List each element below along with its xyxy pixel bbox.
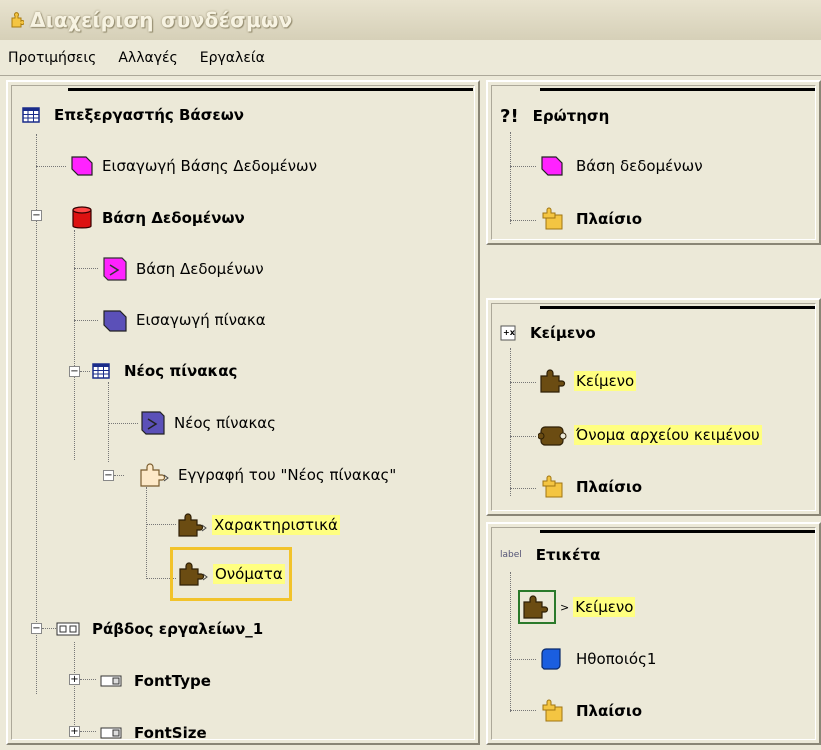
collapse-toggle[interactable]: − (69, 366, 80, 377)
tree-item[interactable]: Χαρακτηριστικά (176, 508, 340, 542)
tree-item-selected[interactable]: Ονόματα (170, 547, 292, 601)
tree-item[interactable]: Βάση Δεδομένων (70, 201, 245, 235)
tree-root[interactable]: Επεξεργαστής Βάσεων (22, 98, 244, 132)
tree-item-label: Χαρακτηριστικά (212, 515, 340, 535)
query-item-label: Πλαίσιο (576, 210, 643, 228)
text-item-label: Πλαίσιο (576, 478, 643, 496)
label-field-icon: label (500, 550, 522, 560)
tree-item-label: Ονόματα (213, 564, 285, 584)
tree-item-label: Νέος πίνακας (124, 362, 238, 380)
label-panel: label Ετικέτα > Κείμενο Ηθοποιός1 Πλαίσι… (486, 522, 821, 745)
menu-separator (0, 75, 821, 76)
text-item-label: Όνομα αρχείου κειμένου (574, 425, 762, 445)
tree-item[interactable]: Νέος πίνακας (140, 406, 276, 440)
label-item[interactable]: Πλαίσιο (540, 694, 642, 728)
tree-item-label: FontType (134, 672, 211, 690)
label-item-label: Ηθοποιός1 (576, 650, 657, 668)
text-item[interactable]: Πλαίσιο (540, 470, 642, 504)
table-block-icon (103, 310, 127, 332)
query-title: Ερώτηση (532, 107, 610, 125)
magenta-link-icon (103, 257, 127, 281)
tree-root-label: Επεξεργαστής Βάσεων (54, 106, 245, 124)
menu-preferences[interactable]: Προτιμήσεις (8, 50, 96, 66)
collapse-toggle[interactable]: − (31, 623, 42, 634)
query-header[interactable]: ?! Ερώτηση (500, 99, 609, 133)
expand-toggle[interactable]: + (69, 726, 80, 737)
question-icon: ?! (500, 105, 519, 127)
menu-tools[interactable]: Εργαλεία (200, 50, 265, 66)
magenta-block-icon (71, 156, 93, 176)
menu-bar: Προτιμήσεις Αλλαγές Εργαλεία (0, 40, 821, 75)
tree-item-label: Εισαγωγή Βάσης Δεδομένων (102, 157, 317, 175)
table-icon (92, 363, 110, 379)
arrow-icon: > (560, 600, 570, 614)
app-icon (11, 12, 24, 28)
collapse-toggle[interactable]: − (103, 470, 114, 481)
text-item[interactable]: Κείμενο (538, 364, 637, 398)
text-header[interactable]: +x Κείμενο (500, 316, 596, 350)
tree-item-label: Βάση Δεδομένων (102, 209, 245, 227)
table-link-icon (141, 411, 165, 435)
tree-item-label: Εγγραφή του "Νέος πίνακας" (178, 466, 397, 484)
tree-item-label: Εισαγωγή πίνακα (136, 311, 266, 329)
puzzle-icon (178, 513, 207, 537)
label-item[interactable]: Ηθοποιός1 (540, 642, 656, 676)
label-item[interactable]: > Κείμενο (518, 590, 636, 624)
query-item-label: Βάση δεδομένων (576, 157, 703, 175)
frame-puzzle-icon (542, 475, 563, 498)
text-item[interactable]: Όνομα αρχείου κειμένου (538, 418, 762, 452)
tree-item-label: Νέος πίνακας (174, 414, 276, 432)
puzzle-icon (540, 369, 566, 393)
database-icon (72, 206, 92, 229)
collapse-toggle[interactable]: − (31, 210, 42, 221)
label-header[interactable]: label Ετικέτα (500, 538, 600, 572)
tree-item-label: Βάση Δεδομένων (136, 260, 264, 278)
query-item[interactable]: Βάση δεδομένων (540, 149, 703, 183)
query-panel: ?! Ερώτηση Βάση δεδομένων Πλαίσιο (486, 80, 821, 245)
title-bar: Διαχείριση συνδέσμων (0, 0, 821, 40)
frame-puzzle-icon (542, 699, 563, 722)
text-item-label: Κείμενο (574, 371, 637, 391)
tree-item[interactable]: Εγγραφή του "Νέος πίνακας" (138, 458, 396, 492)
tree-item-label: Ράβδος εργαλείων_1 (92, 620, 264, 638)
label-title: Ετικέτα (535, 546, 601, 564)
combobox-icon (100, 727, 122, 739)
toolbar-icon (56, 622, 80, 636)
combobox-icon (100, 675, 122, 687)
frame-puzzle-icon (542, 207, 563, 230)
tree-item-label: FontSize (134, 724, 207, 742)
text-panel: +x Κείμενο Κείμενο Όνομα αρχείου κειμένο… (486, 298, 821, 516)
label-item-label: Πλαίσιο (576, 702, 643, 720)
magenta-block-icon (541, 156, 563, 176)
text-field-icon: +x (500, 325, 516, 341)
puzzle-outline-icon (140, 463, 169, 487)
window-title: Διαχείριση συνδέσμων (30, 8, 293, 32)
query-item[interactable]: Πλαίσιο (540, 202, 642, 236)
tree-item[interactable]: Εισαγωγή Βάσης Δεδομένων (70, 149, 317, 183)
puzzle-icon (179, 562, 208, 586)
tree-item[interactable]: FontType (100, 664, 211, 698)
tree-item[interactable]: Βάση Δεδομένων (102, 252, 264, 286)
text-title: Κείμενο (530, 324, 596, 342)
tree-item[interactable]: Νέος πίνακας (92, 354, 237, 388)
puzzle-icon (518, 590, 556, 624)
actor-icon (541, 648, 561, 670)
tree-item[interactable]: Εισαγωγή πίνακα (102, 303, 266, 337)
tree-item[interactable]: Ράβδος εργαλείων_1 (56, 612, 263, 646)
table-icon (22, 107, 40, 123)
svg-text:+x: +x (503, 328, 516, 337)
label-item-label: Κείμενο (573, 597, 636, 617)
database-editor-panel: − − − − + + Επεξεργαστής Βάσεων Εισαγωγή… (6, 80, 480, 745)
puzzle-block-icon (538, 426, 567, 446)
menu-changes[interactable]: Αλλαγές (118, 50, 177, 66)
expand-toggle[interactable]: + (69, 674, 80, 685)
